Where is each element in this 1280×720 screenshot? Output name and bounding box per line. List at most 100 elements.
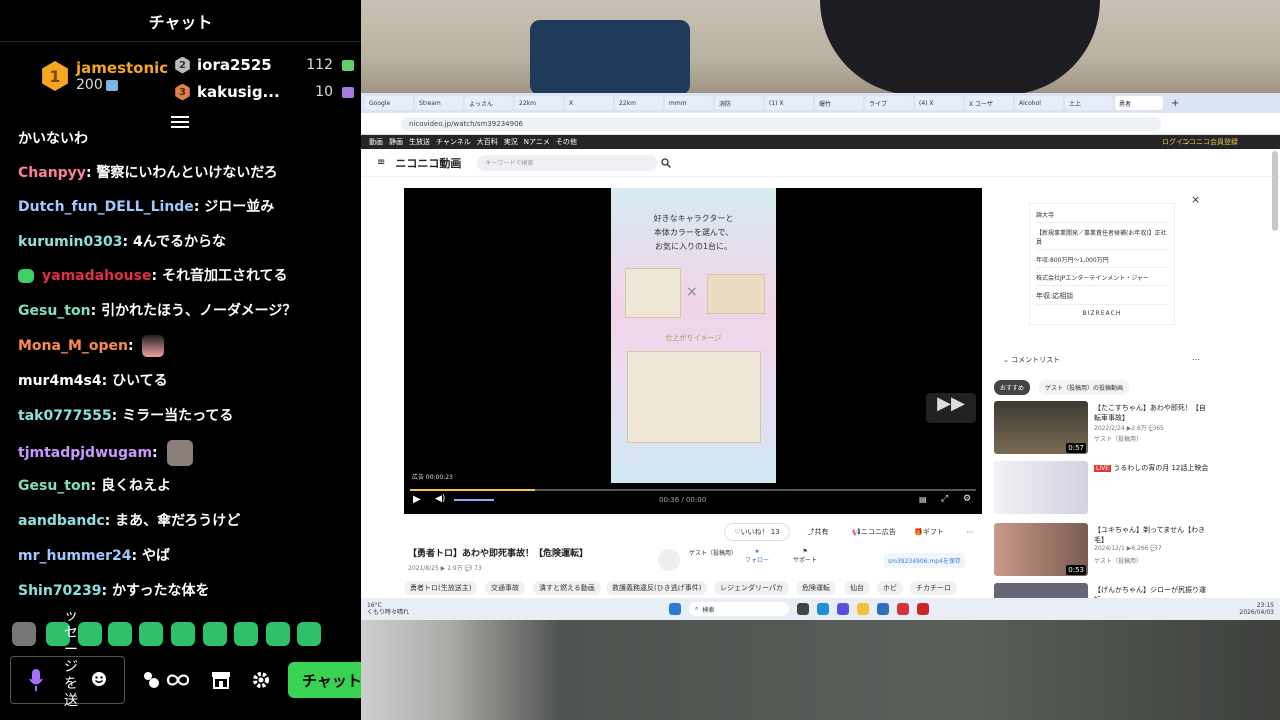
weather-widget[interactable]: 16°C くもり時々晴れ — [367, 602, 409, 616]
more-icon[interactable]: ⋯ — [1192, 355, 1200, 364]
browser-tab[interactable]: X ユーザ — [965, 96, 1013, 110]
video-ad[interactable]: 好きなキャラクターと 本体カラーを選んで、 お気に入りの1台に。 × 仕上がりイ… — [611, 188, 776, 483]
nico-ad-button[interactable]: 📢 ニコニ広告 — [844, 523, 904, 541]
recommended-video[interactable]: 【げんかちゃん】ジローが尻振り運転 — [994, 583, 1210, 598]
browser-tab[interactable]: 消防 — [715, 96, 763, 110]
emote-icon[interactable] — [266, 622, 290, 646]
store-app-icon[interactable] — [877, 603, 890, 615]
folder-icon[interactable] — [857, 603, 870, 615]
system-clock[interactable]: 23:15 2026/04/03 — [1239, 602, 1274, 616]
nav-item[interactable]: Nアニメ — [524, 137, 550, 147]
page-scrollbar[interactable] — [1272, 151, 1278, 231]
follow-button[interactable]: ★ フォロー — [745, 548, 769, 564]
save-video-link[interactable]: sm39234906.mp4を保存 — [884, 553, 965, 568]
video-tag[interactable]: 危険運転 — [796, 581, 836, 595]
nav-item[interactable]: 動画 — [369, 137, 383, 147]
browser-tab[interactable]: Alcohol — [1015, 96, 1063, 110]
windows-start-icon[interactable] — [669, 603, 682, 615]
emote-icon[interactable] — [171, 622, 195, 646]
emote-icon[interactable] — [234, 622, 258, 646]
side-ad[interactable]: 論大寺 【新規事業開発／事業責任者候補(お年収)】正社員 年収:800万円〜1,… — [1029, 203, 1175, 325]
owner-name[interactable]: ゲスト（投稿用） — [689, 549, 737, 559]
emote-icon[interactable] — [203, 622, 227, 646]
video-tag[interactable]: 勇者トロ(生放送主) — [404, 581, 478, 595]
video-tag[interactable]: 仙台 — [844, 581, 870, 595]
browser-tab[interactable]: 爆竹 — [815, 96, 863, 110]
site-logo[interactable]: ニコニコ動画 — [395, 155, 461, 171]
fullscreen-icon[interactable]: ⤢ — [941, 494, 948, 504]
collapse-leaderboard-icon[interactable] — [171, 116, 189, 130]
nav-item[interactable]: その他 — [556, 137, 577, 147]
recommended-video[interactable]: 0:57 【たこすちゃん】あわや即死！【自転車事故】 2022/2/24 ▶2.… — [994, 401, 1210, 456]
nav-item[interactable]: 静画 — [389, 137, 403, 147]
emote-icon[interactable] — [297, 622, 321, 646]
browser-tab[interactable]: mmm — [665, 96, 713, 110]
comment-toggle-icon[interactable]: ▤ — [919, 495, 927, 504]
browser-tab[interactable]: Google — [365, 96, 413, 110]
video-tag[interactable]: 潰すと燃える動画 — [533, 581, 601, 595]
nav-item[interactable]: チャンネル — [436, 137, 471, 147]
recommended-video[interactable]: LIVE うるわしの宵の月 12話上映会 — [994, 461, 1210, 516]
video-player[interactable]: 好きなキャラクターと 本体カラーを選んで、 お気に入りの1台に。 × 仕上がりイ… — [404, 188, 982, 514]
chat-username[interactable]: mur4m4s4 — [18, 373, 102, 389]
emote-icon[interactable] — [108, 622, 132, 646]
browser-tab[interactable]: (1) X — [765, 96, 813, 110]
browser-tab[interactable]: X — [565, 96, 613, 110]
gift-button[interactable]: 🎁 ギフト — [908, 523, 950, 541]
chat-username[interactable]: kurumin0303 — [18, 234, 122, 250]
emote-icon[interactable] — [12, 622, 36, 646]
chat-username[interactable]: Shin70239 — [18, 583, 102, 599]
seek-bar[interactable] — [410, 489, 976, 491]
video-tag[interactable]: 救護義務違反(ひき逃げ事件) — [606, 581, 708, 595]
app-icon[interactable] — [917, 603, 930, 615]
comment-list-header[interactable]: ⌄ コメントリスト — [1003, 355, 1060, 365]
avatar[interactable] — [658, 549, 680, 571]
share-button[interactable]: ⤴ 共有 — [798, 523, 838, 541]
like-button[interactable]: ♡ いいね！ 13 — [724, 523, 790, 541]
browser-tab[interactable]: 土上 — [1065, 96, 1113, 110]
chat-username[interactable]: Gesu_ton — [18, 303, 91, 319]
chrome-icon[interactable] — [897, 603, 910, 615]
store-icon[interactable] — [211, 670, 231, 690]
leaderboard-second[interactable]: 2 iora2525 112 — [174, 56, 354, 74]
nav-item[interactable]: 実況 — [504, 137, 518, 147]
emote-icon[interactable] — [139, 622, 163, 646]
video-tag[interactable]: 交通事故 — [485, 581, 525, 595]
chat-username[interactable]: Chanpyy — [18, 165, 86, 181]
settings-gear-icon[interactable]: ⚙ — [963, 494, 971, 504]
browser-tab[interactable]: 22km — [615, 96, 663, 110]
nav-item[interactable]: 大百科 — [477, 137, 498, 147]
chat-username[interactable]: Gesu_ton — [18, 478, 91, 494]
leaderboard-first[interactable]: 1 jamestonic 200 — [40, 59, 168, 93]
video-tag[interactable]: チカチーロ — [910, 581, 957, 595]
new-tab-icon[interactable]: + — [1171, 98, 1179, 109]
search-icon[interactable] — [661, 157, 672, 168]
browser-tab-active[interactable]: 勇者 — [1115, 96, 1163, 110]
chat-username[interactable]: mr_hummer24 — [18, 548, 131, 564]
browser-tab[interactable]: よっさん — [465, 96, 513, 110]
chat-username[interactable]: Dutch_fun_DELL_Linde — [18, 199, 194, 215]
support-button[interactable]: ⚑ サポート — [793, 548, 817, 564]
browser-tab[interactable]: ライブ — [865, 96, 913, 110]
leaderboard-third[interactable]: 3 kakusig... 10 — [174, 83, 354, 101]
teams-icon[interactable] — [837, 603, 850, 615]
chat-username[interactable]: Mona_M_open — [18, 338, 128, 354]
bits-infinity-icon[interactable] — [142, 670, 190, 690]
browser-tab[interactable]: Stream — [415, 96, 463, 110]
more-icon[interactable]: ⋯ — [960, 523, 980, 541]
microphone-icon[interactable] — [29, 669, 43, 691]
play-icon[interactable]: ▶ — [413, 494, 421, 505]
volume-slider[interactable] — [454, 499, 494, 501]
menu-icon[interactable]: ≡ — [377, 157, 385, 168]
emoji-icon[interactable] — [91, 671, 107, 687]
taskbar-search[interactable]: ⌕ 検索 — [689, 602, 790, 616]
chat-username[interactable]: tak0777555 — [18, 408, 112, 424]
register-link[interactable]: ニコニコ会員登録 — [1182, 137, 1238, 147]
volume-icon[interactable]: ◀) — [435, 494, 445, 504]
tab-recommended[interactable]: おすすめ — [994, 380, 1031, 395]
skip-ad-icon[interactable]: ▶▶ — [926, 393, 976, 423]
edge-icon[interactable] — [817, 603, 830, 615]
browser-tab[interactable]: (4) X — [915, 96, 963, 110]
video-tag[interactable]: レジェンダリーパカ — [714, 581, 789, 595]
close-ad-icon[interactable]: × — [1191, 193, 1200, 206]
